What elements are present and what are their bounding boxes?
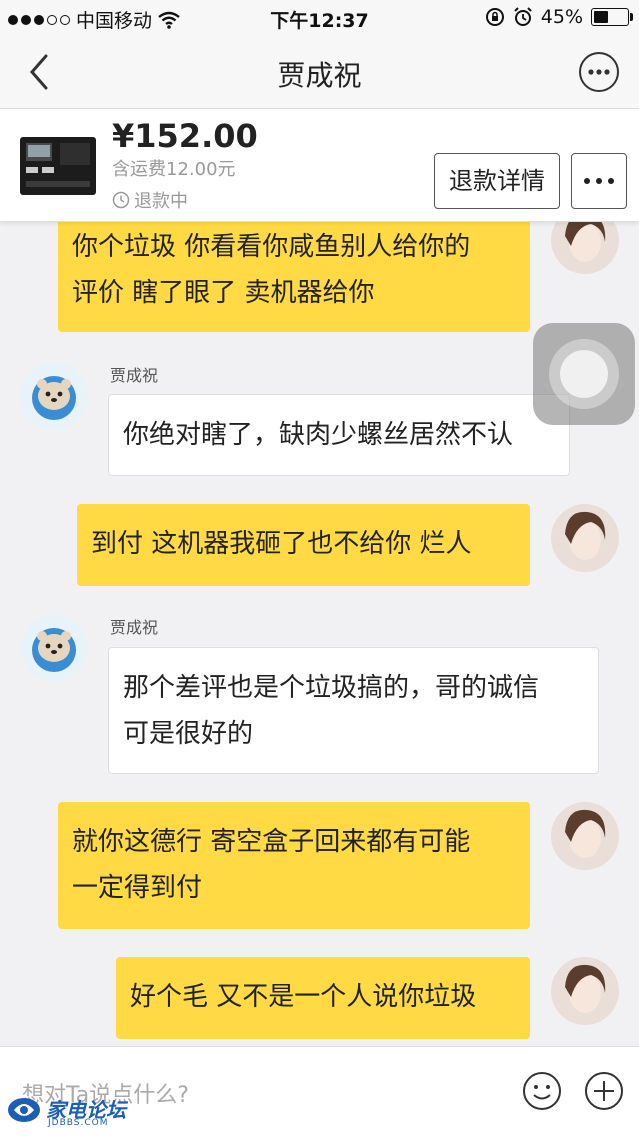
forum-watermark-logo: 家电论坛 JDBBS.COM: [6, 1092, 136, 1132]
refund-status: 退款中: [112, 187, 188, 213]
message-bubble-theirs[interactable]: 那个差评也是个垃圾搞的，哥的诚信 可是很好的: [108, 647, 599, 774]
product-price: ¥152.00: [112, 117, 258, 155]
message-line: 可是很好的: [123, 719, 254, 749]
shipping-fee: 含运费12.00元: [112, 159, 236, 180]
sender-name: 贾成祝: [110, 618, 159, 637]
contact-avatar[interactable]: [20, 362, 88, 430]
emoji-icon[interactable]: [522, 1071, 562, 1111]
message-bubble-mine[interactable]: 你个垃圾 你看看你咸鱼别人给你的 评价 瞎了眼了 卖机器给你: [58, 208, 530, 332]
message-bubble-mine[interactable]: 好个毛 又不是一个人说你垃圾: [116, 957, 530, 1039]
product-thumbnail[interactable]: [16, 127, 100, 205]
clock-icon: [112, 191, 130, 209]
message-line: 好个毛 又不是一个人说你垃圾: [130, 982, 477, 1012]
status-bar: 中国移动 下午12:37 45%: [0, 0, 639, 36]
my-avatar[interactable]: [551, 504, 619, 572]
nav-bar: 贾成祝: [0, 36, 639, 109]
battery-percent: 45%: [540, 6, 583, 28]
message-line: 评价 瞎了眼了 卖机器给你: [72, 278, 375, 308]
my-avatar[interactable]: [551, 802, 619, 870]
battery-fill: [594, 11, 608, 23]
refund-details-button[interactable]: 退款详情: [434, 153, 560, 209]
rotation-lock-icon: [485, 8, 504, 26]
message-bubble-mine[interactable]: 到付 这机器我砸了也不给你 烂人: [77, 504, 530, 586]
page-title: 贾成祝: [277, 59, 362, 92]
message-line: 那个差评也是个垃圾搞的，哥的诚信: [123, 673, 540, 703]
message-bubble-theirs[interactable]: 你绝对瞎了，缺肉少螺丝居然不认: [108, 394, 570, 476]
plus-icon[interactable]: [584, 1071, 624, 1111]
message-bubble-mine[interactable]: 就你这德行 寄空盒子回来都有可能 一定得到付: [58, 802, 530, 929]
my-avatar[interactable]: [551, 957, 619, 1025]
assistive-touch-button[interactable]: [533, 323, 635, 425]
alarm-icon: [514, 7, 532, 26]
contact-avatar[interactable]: [20, 614, 88, 682]
status-right: 45%: [485, 6, 633, 28]
message-line: 就你这德行 寄空盒子回来都有可能: [72, 827, 471, 857]
sender-name: 贾成祝: [110, 366, 159, 385]
message-line: 一定得到付: [72, 873, 203, 903]
watermark-subtext: JDBBS.COM: [48, 1118, 109, 1128]
more-options-icon[interactable]: [579, 52, 619, 92]
product-summary[interactable]: ¥152.00 含运费12.00元 退款中 退款详情: [0, 109, 639, 222]
order-more-button[interactable]: [571, 153, 627, 209]
message-line: 到付 这机器我砸了也不给你 烂人: [91, 529, 472, 559]
message-line: 你个垃圾 你看看你咸鱼别人给你的: [72, 232, 471, 262]
message-line: 你绝对瞎了，缺肉少螺丝居然不认: [123, 420, 514, 450]
battery-icon: [591, 8, 633, 26]
refund-status-label: 退款中: [134, 191, 188, 212]
